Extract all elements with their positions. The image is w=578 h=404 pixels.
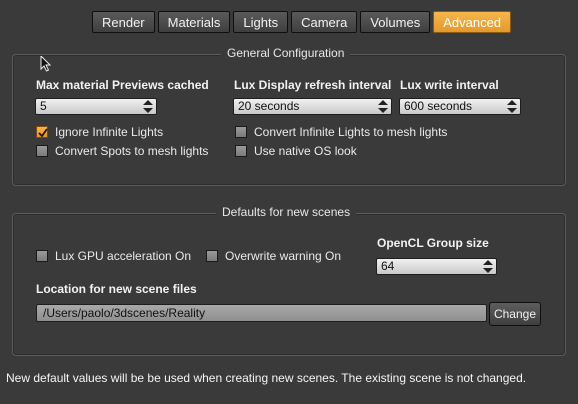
- native-os-look-checkbox[interactable]: [235, 145, 247, 157]
- max-previews-value: 5: [40, 99, 47, 113]
- opencl-group-size-label: OpenCL Group size: [377, 236, 489, 250]
- footer-note: New default values will be be used when …: [6, 371, 527, 385]
- overwrite-warning-label: Overwrite warning On: [225, 249, 342, 263]
- convert-infinite-lights-label: Convert Infinite Lights to mesh lights: [254, 125, 448, 139]
- opencl-group-size-spinner[interactable]: 64: [376, 258, 497, 275]
- write-interval-label: Lux write interval: [400, 78, 499, 92]
- convert-spots-label: Convert Spots to mesh lights: [55, 144, 209, 158]
- tab-volumes[interactable]: Volumes: [360, 11, 431, 33]
- gpu-acceleration-checkbox[interactable]: [36, 250, 48, 262]
- refresh-interval-value: 20 seconds: [238, 99, 300, 113]
- scene-location-label: Location for new scene files: [36, 282, 197, 296]
- convert-infinite-lights-checkbox[interactable]: [235, 126, 247, 138]
- overwrite-warning-checkbox[interactable]: [206, 250, 218, 262]
- convert-spots-checkbox[interactable]: [36, 145, 48, 157]
- scene-location-field[interactable]: /Users/paolo/3dscenes/Reality: [36, 304, 487, 322]
- tab-lights[interactable]: Lights: [233, 11, 289, 33]
- general-configuration-group: [12, 54, 566, 186]
- refresh-interval-spinner[interactable]: 20 seconds: [233, 98, 392, 115]
- defaults-title: Defaults for new scenes: [216, 205, 357, 219]
- tab-materials[interactable]: Materials: [157, 11, 231, 33]
- tab-camera[interactable]: Camera: [291, 11, 358, 33]
- change-location-button[interactable]: Change: [489, 302, 541, 326]
- spinner-arrows-icon[interactable]: [378, 100, 388, 113]
- write-interval-spinner[interactable]: 600 seconds: [399, 98, 521, 115]
- tab-bar: Render Materials Lights Camera Volumes A…: [92, 11, 514, 35]
- ignore-infinite-lights-label: Ignore Infinite Lights: [55, 125, 164, 139]
- tab-advanced[interactable]: Advanced: [433, 11, 512, 33]
- refresh-interval-label: Lux Display refresh interval: [234, 78, 392, 92]
- tab-render[interactable]: Render: [92, 11, 155, 33]
- gpu-acceleration-label: Lux GPU acceleration On: [55, 249, 192, 263]
- ignore-infinite-lights-checkbox[interactable]: [36, 126, 48, 138]
- spinner-arrows-icon[interactable]: [507, 100, 517, 113]
- checkmark-icon: [38, 128, 48, 138]
- opencl-group-size-value: 64: [381, 259, 395, 273]
- spinner-arrows-icon[interactable]: [483, 260, 493, 273]
- max-previews-label: Max material Previews cached: [36, 78, 209, 92]
- native-os-look-label: Use native OS look: [254, 144, 357, 158]
- spinner-arrows-icon[interactable]: [143, 100, 153, 113]
- max-previews-spinner[interactable]: 5: [35, 98, 157, 115]
- write-interval-value: 600 seconds: [404, 99, 473, 113]
- general-configuration-title: General Configuration: [221, 46, 351, 60]
